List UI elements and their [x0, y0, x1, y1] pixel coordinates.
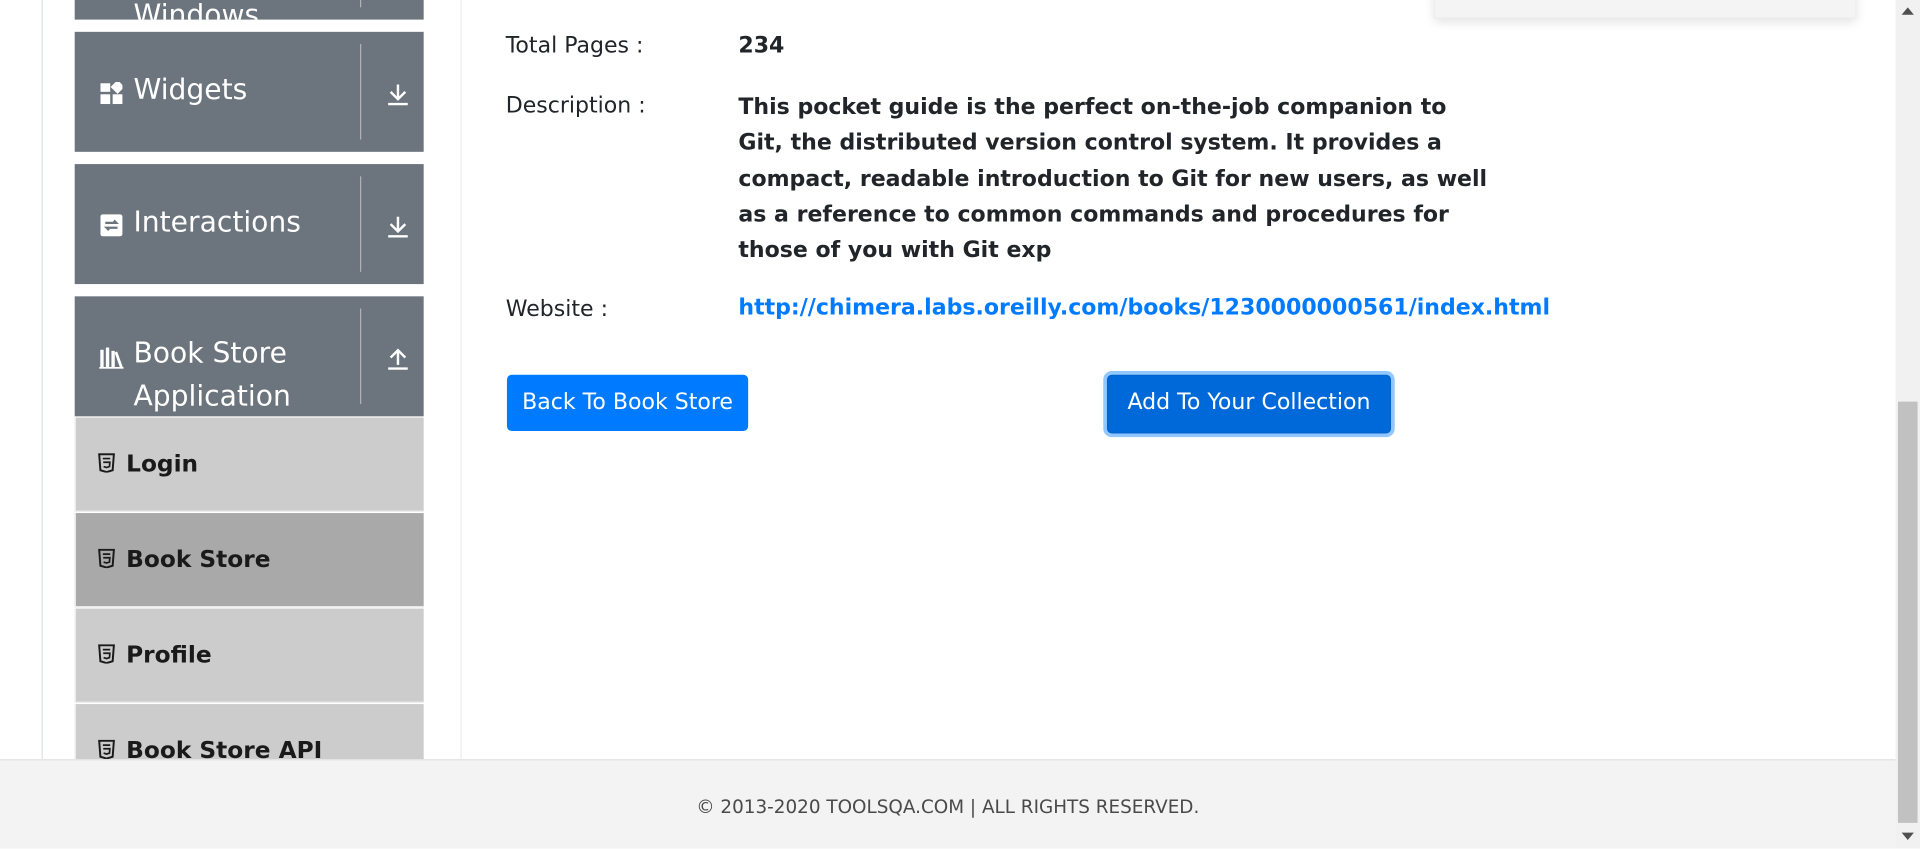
- description-line: compact, readable introduction to Git fo…: [738, 166, 1488, 192]
- sidebar-item-book-store[interactable]: Book Store: [74, 513, 424, 608]
- description-line: those of you with Git exp: [738, 237, 1052, 264]
- description-label: Description :: [505, 93, 646, 119]
- back-to-book-store-button[interactable]: Back To Book Store: [506, 374, 749, 432]
- download-arrow-icon[interactable]: [384, 81, 411, 108]
- group-separator: [360, 44, 362, 140]
- website-label: Website :: [505, 296, 609, 323]
- html5-icon: [98, 739, 115, 760]
- sidebar-left-border: [41, 0, 43, 760]
- description-line: Git, the distributed version control sys…: [738, 130, 1442, 156]
- sidebar-group-interactions[interactable]: Interactions: [74, 164, 424, 285]
- sidebar-item-label: Login: [126, 450, 199, 478]
- sidebar-group-title-line2: Application: [133, 380, 291, 413]
- scroll-up-arrow-icon[interactable]: [1901, 7, 1914, 15]
- widgets-icon: [99, 81, 123, 105]
- books-icon: [99, 345, 124, 369]
- sidebar-item-profile[interactable]: Profile: [74, 608, 424, 703]
- sidebar-group-book-store-application[interactable]: Book Store Application: [74, 296, 424, 417]
- website-link[interactable]: http://chimera.labs.oreilly.com/books/12…: [738, 295, 1550, 321]
- sidebar-item-login[interactable]: Login: [74, 417, 424, 512]
- sidebar-group-title: Interactions: [133, 206, 301, 239]
- scroll-down-arrow-icon[interactable]: [1901, 832, 1914, 841]
- description-line: This pocket guide is the perfect on-the-…: [738, 94, 1447, 121]
- footer-copyright: © 2013-2020 TOOLSQA.COM | ALL RIGHTS RES…: [696, 795, 1200, 818]
- scrollbar-thumb[interactable]: [1897, 401, 1918, 823]
- sidebar-item-label: Profile: [126, 641, 212, 669]
- total-pages-value: 234: [738, 33, 785, 59]
- group-separator: [360, 176, 362, 272]
- html5-icon: [98, 548, 115, 569]
- group-separator: [360, 308, 362, 405]
- description-line: as a reference to common commands and pr…: [738, 201, 1449, 228]
- sidebar-right-border: [460, 0, 462, 760]
- download-arrow-icon[interactable]: [384, 213, 411, 240]
- vertical-scrollbar[interactable]: [1895, 0, 1920, 849]
- page: Windows Widgets Interactions Book Store …: [0, 0, 1920, 849]
- group-separator: [360, 0, 362, 8]
- sidebar-group-windows[interactable]: Windows: [74, 0, 424, 20]
- interactions-icon: [99, 213, 123, 237]
- sidebar-group-widgets[interactable]: Widgets: [74, 31, 424, 152]
- html5-icon: [98, 453, 115, 474]
- footer: © 2013-2020 TOOLSQA.COM | ALL RIGHTS RES…: [0, 759, 1896, 849]
- book-image-card: [1433, 0, 1857, 19]
- sidebar-item-label: Book Store: [126, 546, 271, 574]
- upload-arrow-icon[interactable]: [384, 345, 411, 372]
- description-value: This pocket guide is the perfect on-the-…: [738, 89, 1488, 268]
- sidebar-group-title-line1: Book Store: [133, 337, 287, 370]
- sidebar-group-title: Widgets: [133, 74, 248, 107]
- total-pages-label: Total Pages :: [505, 33, 644, 59]
- html5-icon: [98, 644, 115, 665]
- sidebar-group-title: Windows: [133, 0, 260, 20]
- add-to-collection-button[interactable]: Add To Your Collection: [1106, 374, 1392, 434]
